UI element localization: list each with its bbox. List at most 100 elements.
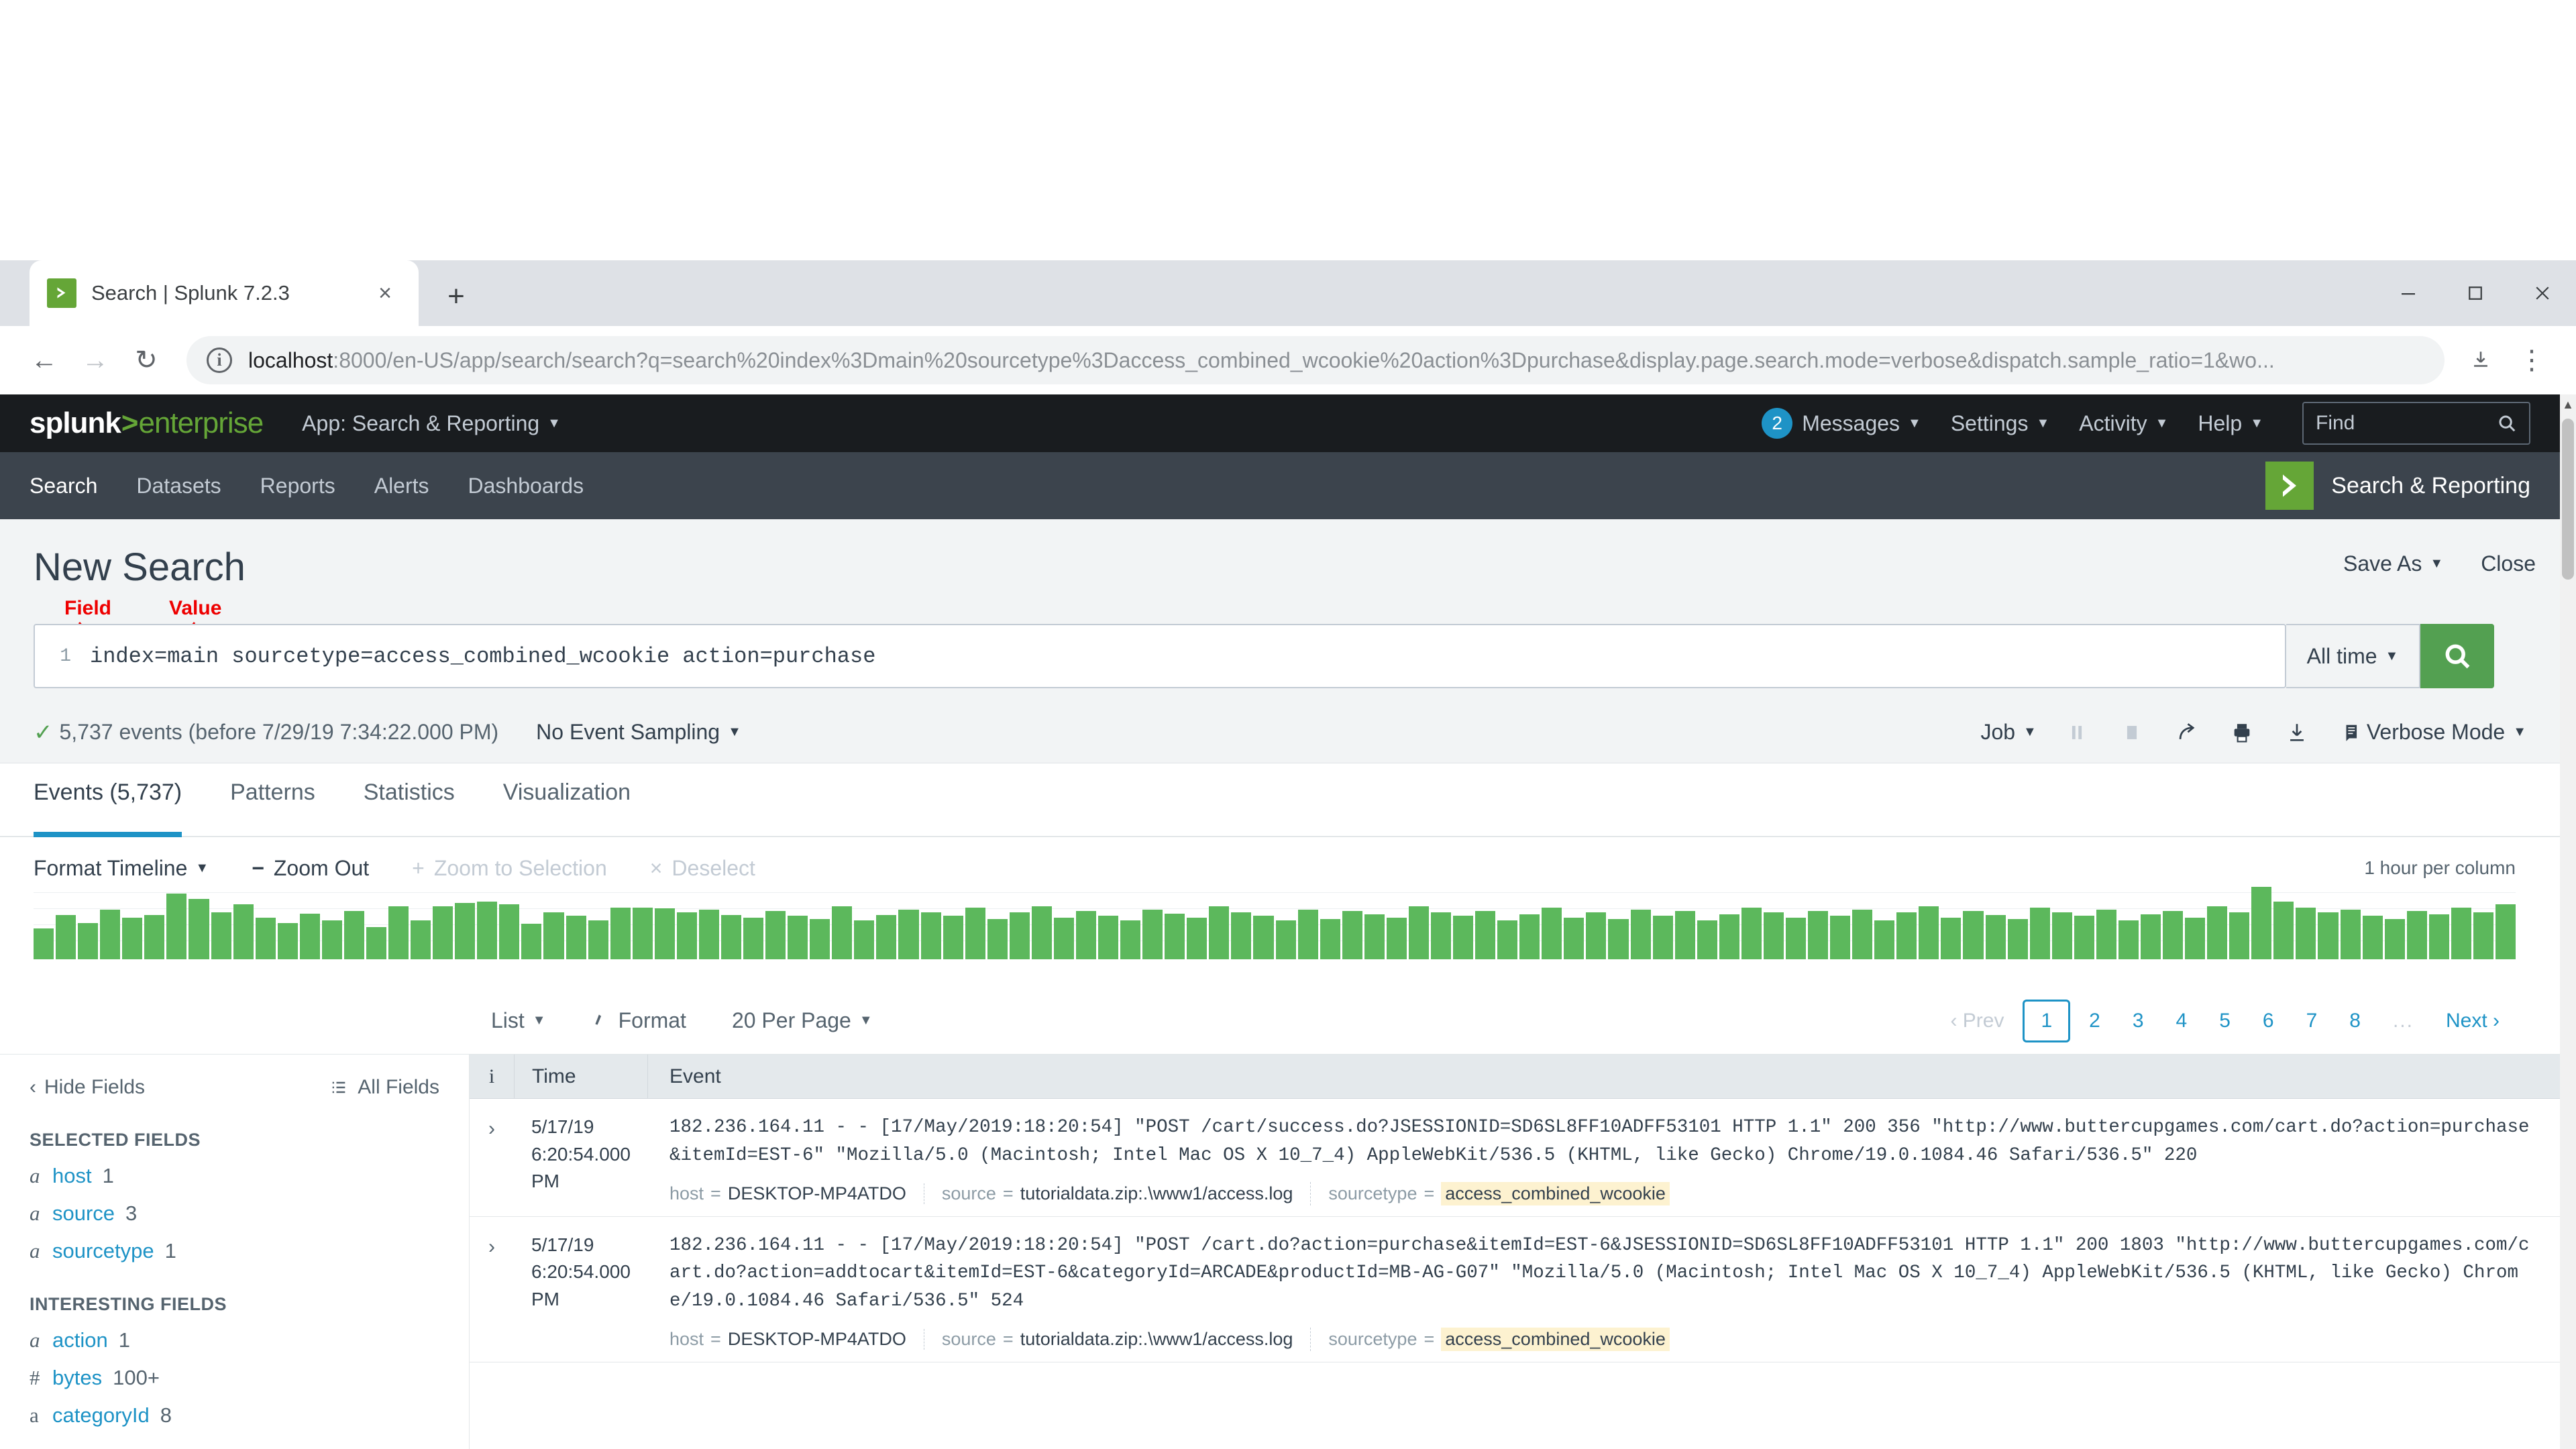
timeline-bar[interactable] [566,916,586,959]
timeline-bar[interactable] [898,909,919,959]
zoom-out-button[interactable]: − Zoom Out [252,856,369,881]
timeline-bar[interactable] [2428,914,2449,959]
timeline-bar[interactable] [1120,920,1141,959]
timeline-bar[interactable] [1364,914,1385,959]
splunk-logo[interactable]: splunk > enterprise [30,407,264,440]
column-header-event[interactable]: Event [648,1065,2560,1088]
format-results-button[interactable]: Format [592,1008,686,1033]
timeline-bar[interactable] [1165,913,1185,959]
scrollbar-thumb[interactable] [2562,419,2574,580]
timeline-bar[interactable] [2362,916,2383,959]
timeline-bar[interactable] [299,913,320,959]
timeline-bar[interactable] [2096,909,2116,959]
pager-page-8[interactable]: 8 [2336,1003,2374,1039]
sidebar-field-host[interactable]: a host 1 [0,1164,469,1188]
help-menu[interactable]: Help ▼ [2198,411,2263,436]
column-header-time[interactable]: Time [514,1054,648,1099]
timeline-bar[interactable] [255,917,276,959]
timeline-bar[interactable] [832,906,853,959]
timeline-bar[interactable] [1763,912,1784,959]
find-input[interactable]: Find [2302,402,2530,445]
timeline-bar[interactable] [720,915,741,959]
forward-icon[interactable]: → [70,335,121,386]
event-sampling-menu[interactable]: No Event Sampling ▼ [536,720,741,745]
timeline-bar[interactable] [499,904,520,959]
timeline-bar[interactable] [78,923,99,959]
timeline-bar[interactable] [144,915,165,959]
timeline-bar[interactable] [1497,920,1518,959]
meta-host[interactable]: host = DESKTOP-MP4ATDO [669,1183,924,1204]
site-info-icon[interactable]: i [207,347,232,373]
timeline-bar[interactable] [433,906,453,959]
timeline-bar[interactable] [2406,911,2427,959]
close-icon[interactable]: × [369,277,401,309]
timeline-bar[interactable] [1209,906,1230,959]
pager-page-1[interactable]: 1 [2023,999,2071,1042]
window-close-icon[interactable] [2509,260,2576,326]
search-input[interactable]: 1 index=main sourcetype=access_combined_… [34,624,2286,688]
run-search-button[interactable] [2420,624,2494,688]
share-icon[interactable] [2172,718,2202,747]
timeline-bar[interactable] [1808,911,1829,959]
timeline-bar[interactable] [2473,912,2493,959]
pager-page-7[interactable]: 7 [2293,1003,2331,1039]
timeline-bar[interactable] [1985,915,2006,959]
timeline-bar[interactable] [1430,912,1451,959]
nav-item-search[interactable]: Search [30,474,97,498]
meta-source[interactable]: source = tutorialdata.zip:.\www1/access.… [923,1328,1311,1350]
settings-menu[interactable]: Settings ▼ [1951,411,2049,436]
timeline-bar[interactable] [788,916,808,959]
timeline-bar[interactable] [588,920,608,959]
table-row[interactable]: › 5/17/19 6:20:54.000 PM 182.236.164.11 … [470,1217,2560,1362]
timeline-bar[interactable] [321,920,342,959]
timeline-bar[interactable] [1608,919,1629,959]
timeline-bar[interactable] [2029,908,2050,959]
timeline-bar[interactable] [2118,920,2139,959]
pager-page-2[interactable]: 2 [2076,1003,2114,1039]
install-app-icon[interactable] [2455,335,2506,386]
timeline-bar[interactable] [1453,916,1474,959]
nav-item-dashboards[interactable]: Dashboards [468,474,584,498]
tab-visualization[interactable]: Visualization [503,763,631,837]
timeline-bar[interactable] [1830,916,1851,959]
reload-icon[interactable]: ↻ [121,335,172,386]
timeline-bar[interactable] [1852,909,1873,959]
sidebar-field-source[interactable]: a source 3 [0,1201,469,1226]
timeline-bar[interactable] [698,909,719,959]
events-timeline-chart[interactable] [34,879,2516,959]
timeline-bar[interactable] [1919,906,1939,959]
timeline-bar[interactable] [2251,887,2272,959]
timeline-bar[interactable] [2007,919,2028,959]
timeline-bar[interactable] [1741,908,1762,959]
new-tab-button[interactable]: + [435,275,478,318]
timeline-bar[interactable] [411,920,431,959]
minimize-icon[interactable] [2375,260,2442,326]
timeline-bar[interactable] [1053,917,1074,959]
timeline-bar[interactable] [2451,908,2471,959]
tab-statistics[interactable]: Statistics [364,763,455,837]
timeline-bar[interactable] [2273,901,2294,959]
timeline-bar[interactable] [211,912,231,959]
pager-page-3[interactable]: 3 [2119,1003,2157,1039]
timeline-bar[interactable] [1231,912,1252,959]
timeline-bar[interactable] [1941,917,1962,959]
stop-icon[interactable] [2117,718,2147,747]
timeline-bar[interactable] [2140,914,2161,959]
timeline-bar[interactable] [2051,912,2072,959]
timeline-bar[interactable] [1630,909,1651,959]
timeline-bar[interactable] [1031,906,1052,959]
timeline-bar[interactable] [1785,917,1806,959]
timeline-bar[interactable] [2384,919,2405,959]
meta-host[interactable]: host = DESKTOP-MP4ATDO [669,1329,924,1350]
app-selector[interactable]: App: Search & Reporting ▼ [302,411,561,436]
hide-fields-button[interactable]: ‹ Hide Fields [30,1076,145,1099]
vertical-scrollbar[interactable]: ▲ [2560,394,2576,1449]
timeline-bar[interactable] [2163,911,2184,959]
timeline-bar[interactable] [1142,909,1163,959]
timeline-bar[interactable] [2207,906,2228,959]
timeline-bar[interactable] [1386,917,1407,959]
timeline-bar[interactable] [2495,904,2516,959]
timeline-bar[interactable] [943,916,963,959]
timeline-bar[interactable] [1519,914,1540,959]
tab-events[interactable]: Events (5,737) [34,763,182,837]
